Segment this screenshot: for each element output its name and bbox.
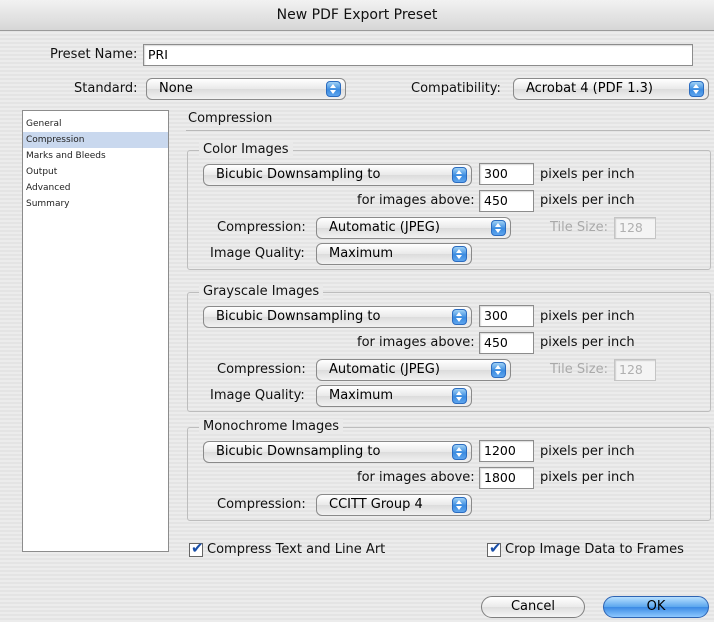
color-ppi-unit: pixels per inch xyxy=(540,167,635,182)
mono-sampling-popup[interactable]: Bicubic Downsampling to xyxy=(203,441,472,463)
gray-above-label: for images above: xyxy=(357,335,475,350)
color-quality-popup[interactable]: Maximum xyxy=(316,243,472,265)
color-compression-label: Compression: xyxy=(217,220,306,235)
mono-ppi-unit: pixels per inch xyxy=(540,444,635,459)
popup-arrows-icon xyxy=(491,362,506,378)
sidebar-item-advanced[interactable]: Advanced xyxy=(23,180,168,196)
mono-compression-popup[interactable]: CCITT Group 4 xyxy=(316,494,472,516)
gray-above-input[interactable]: 450 xyxy=(479,332,534,354)
gray-ppi-input[interactable]: 300 xyxy=(479,305,534,327)
standard-popup[interactable]: None xyxy=(146,78,346,100)
export-preset-dialog: New PDF Export Preset Preset Name: PRI S… xyxy=(0,0,714,622)
popup-arrows-icon xyxy=(491,220,506,236)
popup-arrows-icon xyxy=(452,309,467,325)
gray-tile-label: Tile Size: xyxy=(550,362,608,377)
gray-quality-value: Maximum xyxy=(329,388,394,403)
preset-name-input[interactable]: PRI xyxy=(143,44,693,66)
gray-sampling-popup[interactable]: Bicubic Downsampling to xyxy=(203,306,472,328)
mono-above-label: for images above: xyxy=(357,470,475,485)
color-above-label: for images above: xyxy=(357,193,475,208)
mono-sampling-value: Bicubic Downsampling to xyxy=(216,444,381,459)
sidebar-item-general[interactable]: General xyxy=(23,116,168,132)
color-above-input[interactable]: 450 xyxy=(479,190,534,212)
mono-compression-label: Compression: xyxy=(217,497,306,512)
section-divider xyxy=(186,130,710,131)
color-above-unit: pixels per inch xyxy=(540,193,635,208)
compatibility-value: Acrobat 4 (PDF 1.3) xyxy=(526,81,653,96)
popup-arrows-icon xyxy=(452,246,467,262)
standard-label: Standard: xyxy=(74,81,138,96)
popup-arrows-icon xyxy=(326,81,341,97)
preset-name-label: Preset Name: xyxy=(50,47,138,62)
mono-above-input[interactable]: 1800 xyxy=(479,467,534,489)
crop-image-label[interactable]: Crop Image Data to Frames xyxy=(505,542,684,557)
compatibility-popup[interactable]: Acrobat 4 (PDF 1.3) xyxy=(513,78,709,100)
category-list: General Compression Marks and Bleeds Out… xyxy=(22,110,169,552)
color-quality-label: Image Quality: xyxy=(210,246,305,261)
gray-ppi-unit: pixels per inch xyxy=(540,309,635,324)
mono-compression-value: CCITT Group 4 xyxy=(329,497,423,512)
gray-tile-input[interactable]: 128 xyxy=(614,359,656,381)
ok-button[interactable]: OK xyxy=(603,596,709,618)
color-ppi-input[interactable]: 300 xyxy=(479,163,534,185)
checkmark-icon: ✔ xyxy=(191,539,204,557)
popup-arrows-icon xyxy=(452,497,467,513)
compress-text-label[interactable]: Compress Text and Line Art xyxy=(207,542,385,557)
gray-compression-popup[interactable]: Automatic (JPEG) xyxy=(316,359,511,381)
mono-ppi-input[interactable]: 1200 xyxy=(479,440,534,462)
section-title: Compression xyxy=(188,111,273,126)
compress-text-checkbox[interactable]: ✔ xyxy=(189,539,204,557)
sidebar-item-marks-and-bleeds[interactable]: Marks and Bleeds xyxy=(23,148,168,164)
sidebar-item-summary[interactable]: Summary xyxy=(23,196,168,212)
cancel-button[interactable]: Cancel xyxy=(481,596,585,618)
mono-above-unit: pixels per inch xyxy=(540,470,635,485)
monochrome-images-title: Monochrome Images xyxy=(199,419,344,434)
gray-above-unit: pixels per inch xyxy=(540,335,635,350)
gray-sampling-value: Bicubic Downsampling to xyxy=(216,309,381,324)
gray-compression-label: Compression: xyxy=(217,362,306,377)
compatibility-label: Compatibility: xyxy=(411,81,501,96)
sidebar-item-output[interactable]: Output xyxy=(23,164,168,180)
popup-arrows-icon xyxy=(689,81,704,97)
gray-compression-value: Automatic (JPEG) xyxy=(329,362,440,377)
color-compression-popup[interactable]: Automatic (JPEG) xyxy=(316,217,511,239)
window-title: New PDF Export Preset xyxy=(0,0,714,31)
checkmark-icon: ✔ xyxy=(489,539,502,557)
gray-quality-popup[interactable]: Maximum xyxy=(316,385,472,407)
popup-arrows-icon xyxy=(452,167,467,183)
grayscale-images-title: Grayscale Images xyxy=(199,284,324,299)
color-images-title: Color Images xyxy=(199,142,293,157)
color-tile-label: Tile Size: xyxy=(550,220,608,235)
popup-arrows-icon xyxy=(452,388,467,404)
crop-image-checkbox[interactable]: ✔ xyxy=(487,539,502,557)
color-sampling-value: Bicubic Downsampling to xyxy=(216,167,381,182)
color-tile-input[interactable]: 128 xyxy=(614,217,656,239)
color-quality-value: Maximum xyxy=(329,246,394,261)
standard-value: None xyxy=(159,81,193,96)
gray-quality-label: Image Quality: xyxy=(210,388,305,403)
popup-arrows-icon xyxy=(452,444,467,460)
color-sampling-popup[interactable]: Bicubic Downsampling to xyxy=(203,164,472,186)
sidebar-item-compression[interactable]: Compression xyxy=(23,132,168,148)
color-compression-value: Automatic (JPEG) xyxy=(329,220,440,235)
